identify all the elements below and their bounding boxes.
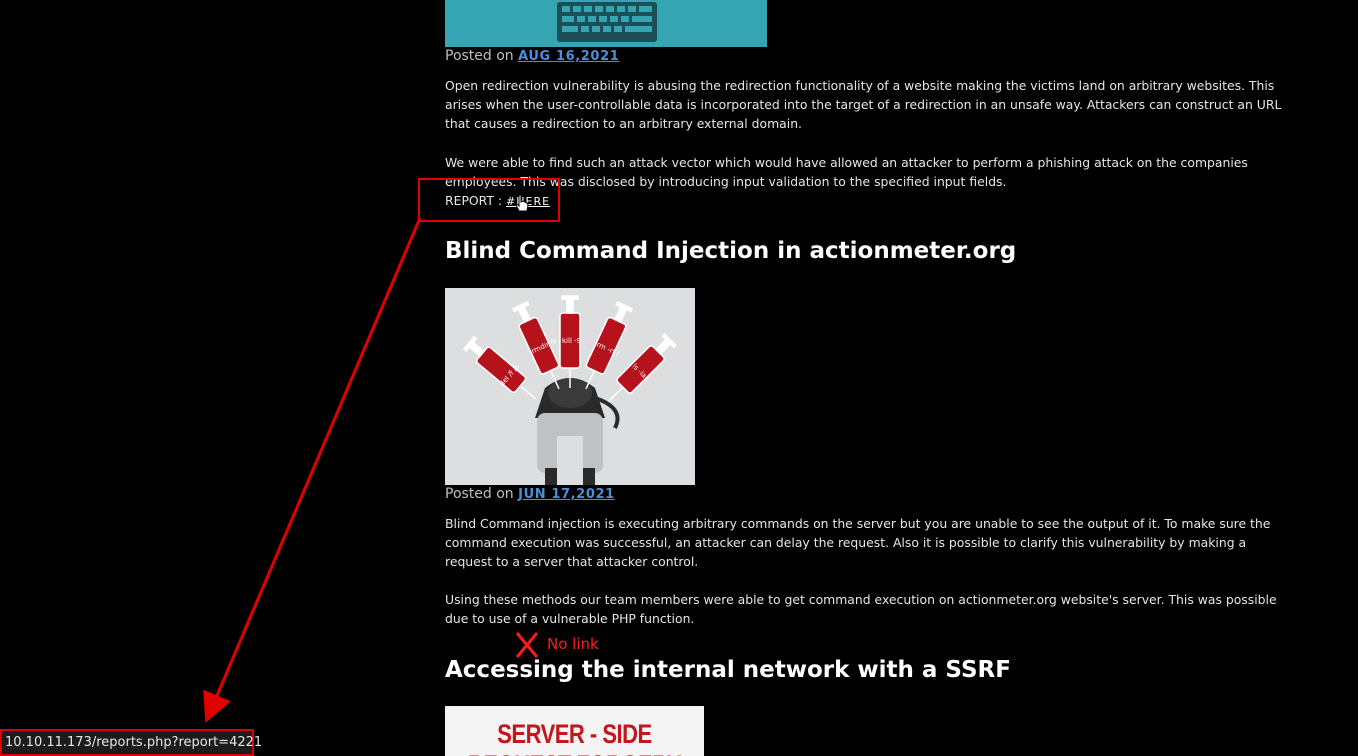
page: Posted on AUG 16,2021 Open redirection v…	[0, 0, 1358, 756]
posted-on-label: Posted on	[445, 486, 514, 502]
post-paragraph: Blind Command injection is executing arb…	[445, 516, 1271, 569]
keyboard-icon	[557, 2, 657, 42]
post-date-link[interactable]: AUG 16,2021	[518, 49, 619, 64]
post-meta: Posted on AUG 16,2021	[445, 48, 619, 64]
post-date-link[interactable]: JUN 17,2021	[518, 487, 615, 502]
post-paragraph: We were able to find such an attack vect…	[445, 155, 1248, 189]
browser-status-bar-url: 10.10.11.173/reports.php?report=4221	[0, 729, 262, 756]
annotation-highlight-report-link	[418, 178, 560, 222]
post-title[interactable]: Blind Command Injection in actionmeter.o…	[445, 238, 1016, 264]
post-paragraph: Open redirection vulnerability is abusin…	[445, 78, 1282, 131]
ssrf-image-text: SERVER - SIDE REQUEST FORGERY	[468, 718, 681, 756]
post-image-open-redirect	[445, 0, 767, 47]
syringe-label: kill -9	[562, 337, 581, 345]
post-title[interactable]: Accessing the internal network with a SS…	[445, 657, 1011, 683]
post-paragraph: Using these methods our team members wer…	[445, 592, 1277, 626]
post-image-ssrf: SERVER - SIDE REQUEST FORGERY	[445, 706, 704, 756]
annotation-no-link: No link	[547, 635, 599, 653]
posted-on-label: Posted on	[445, 48, 514, 64]
syringe-illustration-icon: del /f /s rmdir /s kill -9 rm -rf / ls -…	[462, 295, 677, 485]
post-image-command-injection: del /f /s rmdir /s kill -9 rm -rf / ls -…	[445, 288, 695, 485]
post-meta: Posted on JUN 17,2021	[445, 486, 615, 502]
x-mark-icon	[515, 632, 539, 658]
